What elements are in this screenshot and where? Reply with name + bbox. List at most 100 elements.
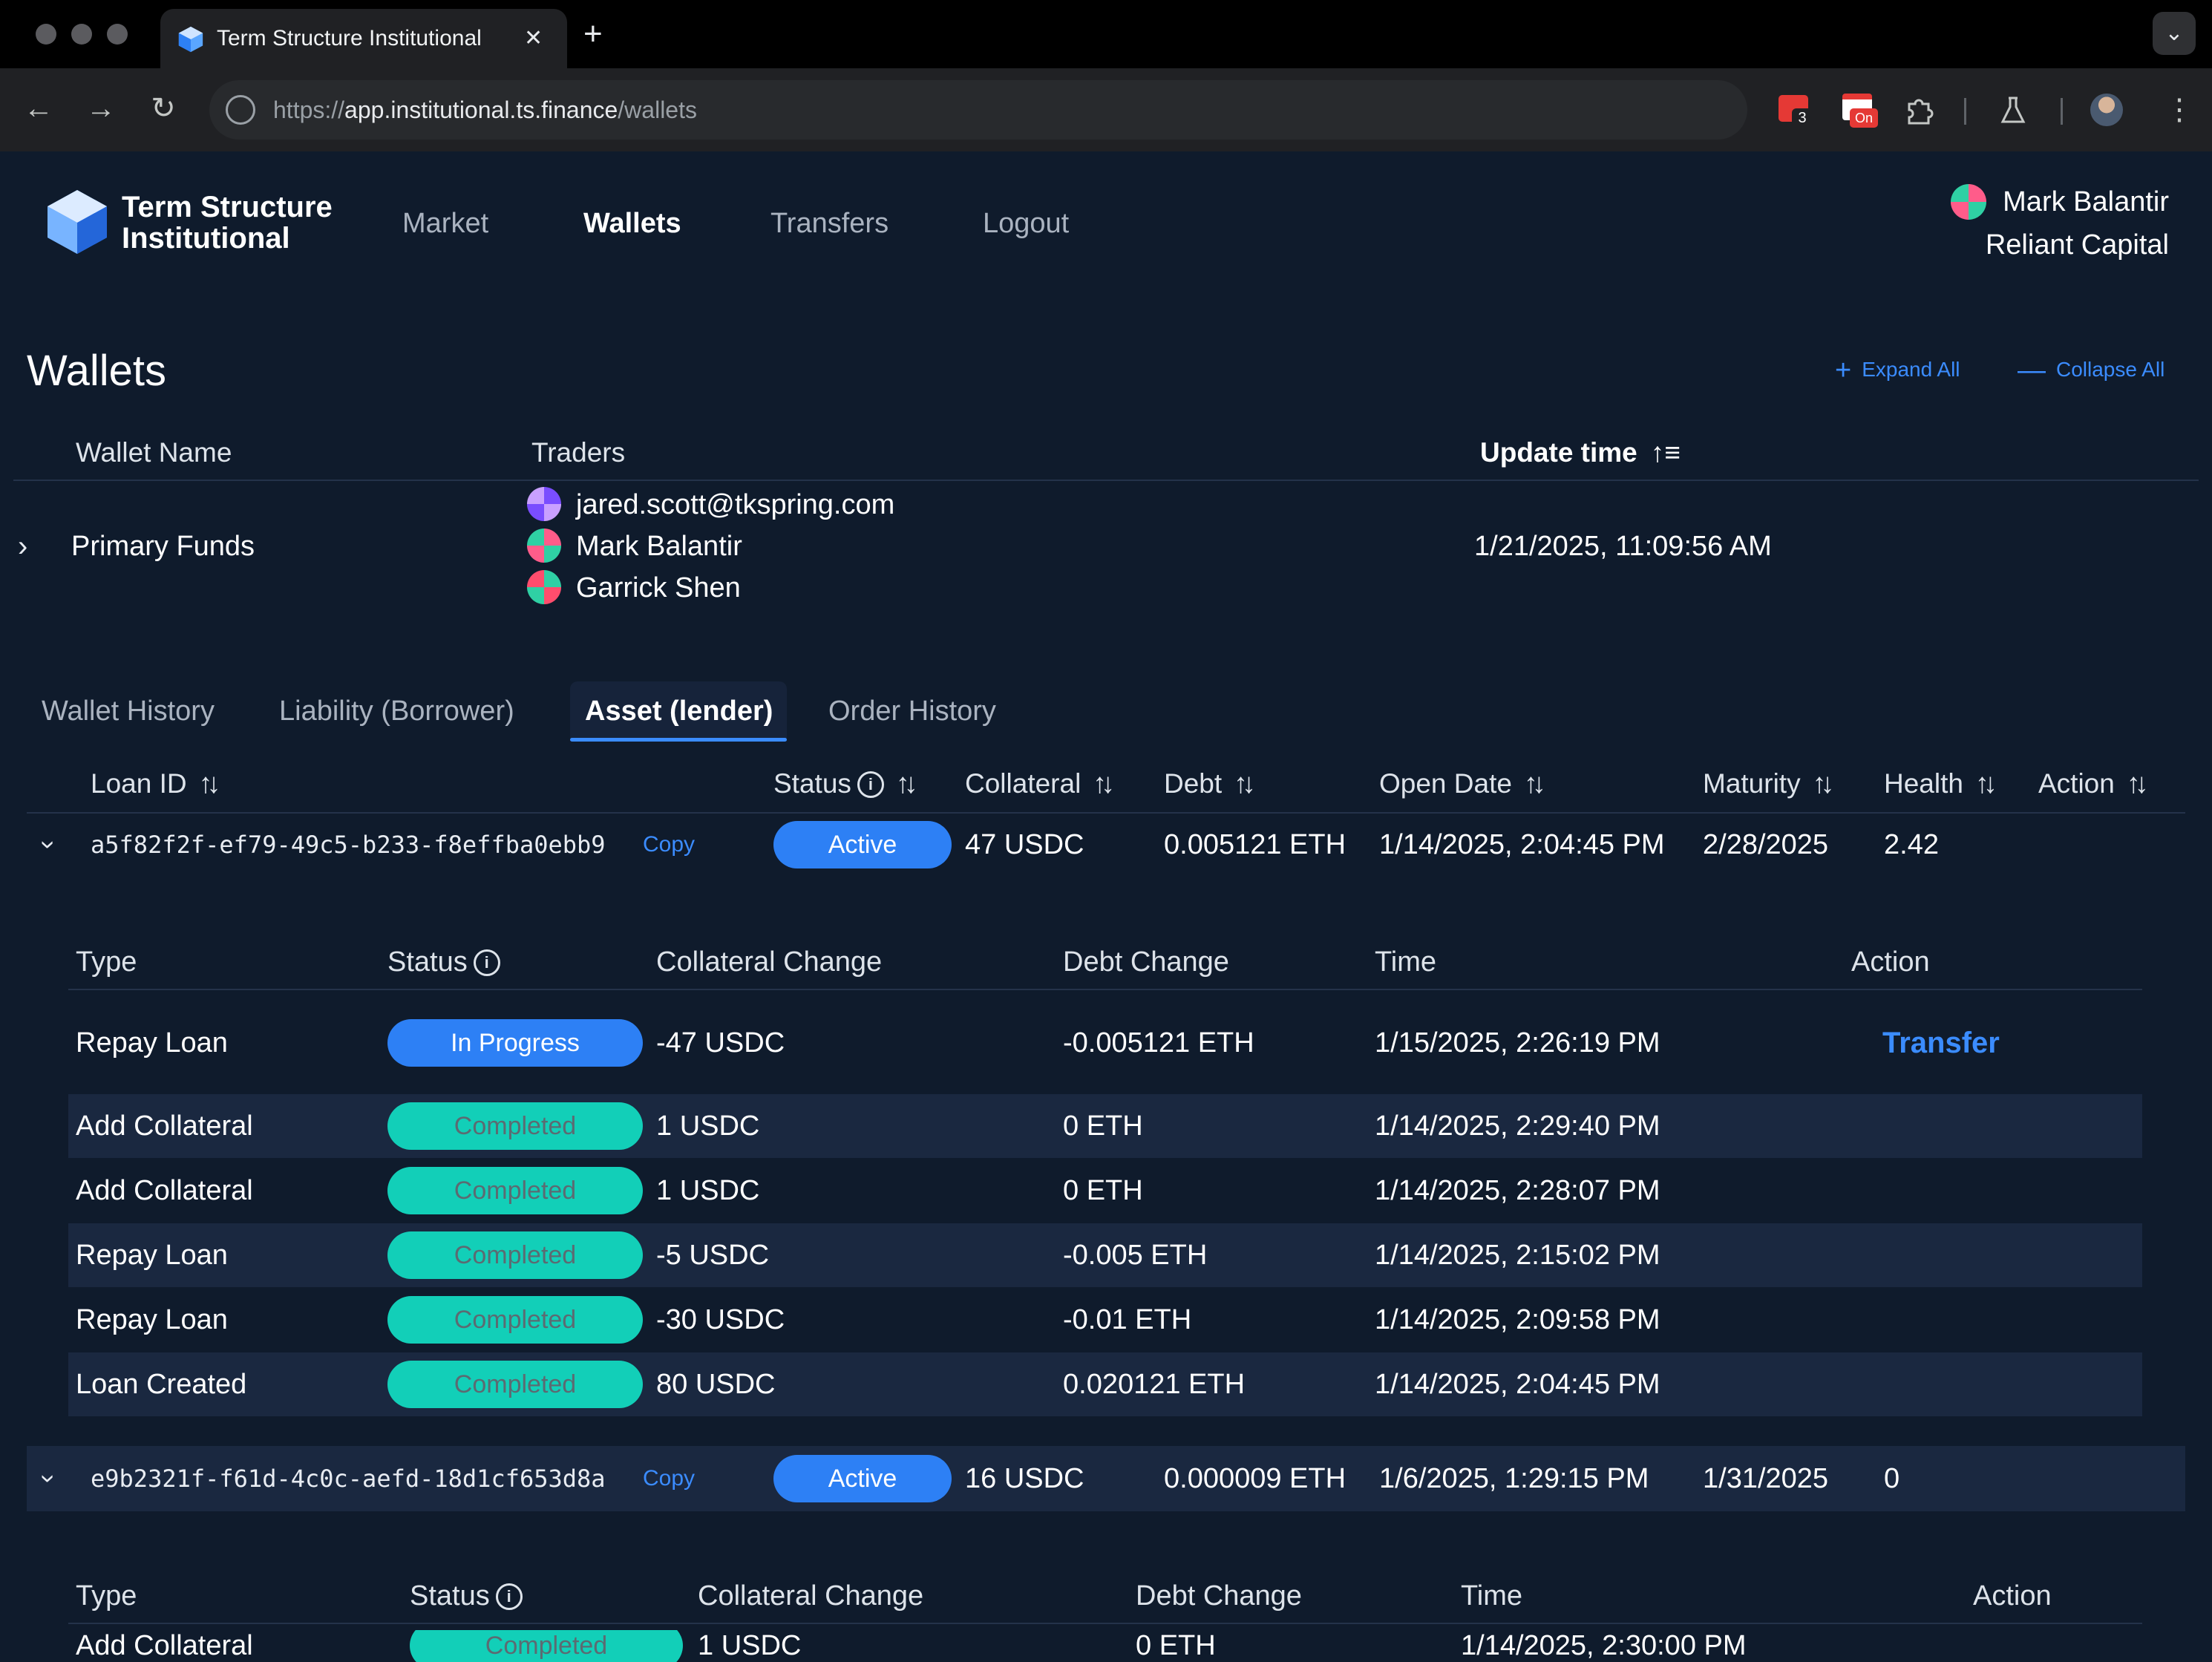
column-health[interactable]: Health ↑↓ <box>1884 765 1997 803</box>
sort-icon[interactable]: ↑↓ <box>1813 768 1835 799</box>
column-open-date[interactable]: Open Date ↑↓ <box>1379 765 1546 803</box>
site-info-icon[interactable] <box>226 95 255 125</box>
maturity-header-label: Maturity <box>1703 768 1801 799</box>
loan-row[interactable]: › e9b2321f-f61d-4c0c-aefd-18d1cf653d8a C… <box>27 1446 2185 1511</box>
url-host: app.institutional.ts.finance <box>344 96 618 123</box>
labs-flask-icon[interactable] <box>1997 94 2029 126</box>
new-tab-icon[interactable]: + <box>583 15 603 53</box>
history-debt-change: 0 ETH <box>1063 1175 1143 1206</box>
history-debt-change: 0 ETH <box>1136 1630 1216 1661</box>
sort-icon[interactable]: ↑↓ <box>2127 768 2149 799</box>
nav-wallets[interactable]: Wallets <box>583 205 681 242</box>
collapse-loan-chevron-icon[interactable]: › <box>16 1464 82 1493</box>
history-collateral-change: -47 USDC <box>656 1027 785 1059</box>
sub-column-debt-change: Debt Change <box>1136 1580 1302 1612</box>
sort-icon[interactable]: ↑↓ <box>1093 768 1115 799</box>
nav-market[interactable]: Market <box>402 205 488 242</box>
reload-icon[interactable]: ↻ <box>141 86 186 131</box>
sort-icon[interactable]: ↑↓ <box>896 768 918 799</box>
trader-name: Garrick Shen <box>576 572 741 603</box>
column-action[interactable]: Action ↑↓ <box>2038 765 2149 803</box>
column-status[interactable]: Status i ↑↓ <box>773 765 918 803</box>
history-time: 1/15/2025, 2:26:19 PM <box>1375 1027 1660 1059</box>
loan-health: 0 <box>1884 1463 1900 1494</box>
column-maturity[interactable]: Maturity ↑↓ <box>1703 765 1835 803</box>
nav-transfers[interactable]: Transfers <box>770 205 889 242</box>
expand-all-button[interactable]: + Expand All <box>1835 355 1960 385</box>
history-type: Add Collateral <box>76 1175 253 1206</box>
table-divider <box>68 989 2142 990</box>
collateral-header-label: Collateral <box>965 768 1082 799</box>
tab-liability-borrower[interactable]: Liability (Borrower) <box>279 692 514 730</box>
tab-close-icon[interactable]: ✕ <box>524 22 543 55</box>
sub-column-action: Action <box>1973 1580 2052 1612</box>
column-update-time[interactable]: Update time ↑≡ <box>1480 435 1681 471</box>
status-badge: In Progress <box>387 1019 643 1067</box>
loan-maturity: 2/28/2025 <box>1703 829 1829 860</box>
extension-badge-count: 3 <box>1792 108 1813 128</box>
sort-icon[interactable]: ↑↓ <box>1234 768 1256 799</box>
sort-icon[interactable]: ↑↓ <box>1975 768 1997 799</box>
column-collateral[interactable]: Collateral ↑↓ <box>965 765 1115 803</box>
history-time: 1/14/2025, 2:29:40 PM <box>1375 1110 1660 1142</box>
info-icon[interactable]: i <box>473 949 500 976</box>
window-zoom-dot[interactable] <box>107 24 128 45</box>
history-time: 1/14/2025, 2:09:58 PM <box>1375 1304 1660 1335</box>
status-header-label: Status <box>773 768 851 799</box>
browser-menu-icon[interactable]: ⋮ <box>2164 89 2194 131</box>
tab-wallet-history[interactable]: Wallet History <box>42 692 215 730</box>
info-icon[interactable]: i <box>495 1583 523 1610</box>
tab-search-icon[interactable]: ⌄ <box>2153 12 2196 55</box>
sub-status-label: Status <box>410 1580 490 1612</box>
loan-collateral: 16 USDC <box>965 1463 1084 1494</box>
sort-icon[interactable]: ↑↓ <box>199 768 221 799</box>
collapse-loan-chevron-icon[interactable]: › <box>16 830 82 860</box>
collapse-all-button[interactable]: — Collapse All <box>2018 355 2164 385</box>
extension-on-icon[interactable]: On <box>1842 94 1878 128</box>
transfer-link[interactable]: Transfer <box>1882 1011 2000 1075</box>
window-close-dot[interactable] <box>36 24 56 45</box>
expand-wallet-chevron-icon[interactable]: › <box>18 526 27 567</box>
copy-loan-id-button[interactable]: Copy <box>643 812 695 877</box>
extension-calendar-icon[interactable]: 3 <box>1779 94 1813 128</box>
browser-tabstrip: Term Structure Institutional ✕ + ⌄ <box>0 0 2212 68</box>
extensions-puzzle-icon[interactable] <box>1903 94 1936 126</box>
sort-asc-icon[interactable]: ↑≡ <box>1651 437 1681 468</box>
window-minimize-dot[interactable] <box>71 24 92 45</box>
sub-column-debt-change: Debt Change <box>1063 946 1229 978</box>
profile-avatar[interactable] <box>2090 94 2123 126</box>
table-divider <box>68 1623 2142 1624</box>
column-debt[interactable]: Debt ↑↓ <box>1164 765 1256 803</box>
tab-title: Term Structure Institutional <box>217 26 482 50</box>
browser-tab[interactable]: Term Structure Institutional ✕ <box>160 9 567 68</box>
info-icon[interactable]: i <box>857 771 884 798</box>
url-text[interactable]: https://app.institutional.ts.finance/wal… <box>273 92 697 128</box>
loan-row[interactable]: › a5f82f2f-ef79-49c5-b233-f8effba0ebb9 C… <box>27 812 2185 877</box>
nav-logout[interactable]: Logout <box>983 205 1069 242</box>
address-bar[interactable]: https://app.institutional.ts.finance/wal… <box>209 80 1747 140</box>
url-scheme: https:// <box>273 96 345 123</box>
column-wallet-name: Wallet Name <box>76 437 232 468</box>
user-avatar[interactable] <box>1951 184 1986 220</box>
back-icon[interactable]: ← <box>16 86 61 131</box>
term-structure-logo[interactable] <box>46 189 108 255</box>
tab-asset-lender[interactable]: Asset (lender) <box>585 692 773 730</box>
column-loan-id[interactable]: Loan ID ↑↓ <box>91 765 221 803</box>
tab-order-history[interactable]: Order History <box>828 692 996 730</box>
debt-header-label: Debt <box>1164 768 1223 799</box>
history-collateral-change: 1 USDC <box>656 1175 760 1206</box>
forward-icon[interactable]: → <box>79 86 123 131</box>
wallet-update-time: 1/21/2025, 11:09:56 AM <box>1474 531 1772 562</box>
loan-id: a5f82f2f-ef79-49c5-b233-f8effba0ebb9 <box>91 831 606 859</box>
page-title: Wallets <box>27 347 166 395</box>
status-badge: Completed <box>387 1102 643 1150</box>
status-badge: Completed <box>387 1296 643 1344</box>
loan-collateral: 47 USDC <box>965 829 1084 860</box>
copy-loan-id-button[interactable]: Copy <box>643 1446 695 1511</box>
wallet-name[interactable]: Primary Funds <box>71 527 255 566</box>
history-time: 1/14/2025, 2:28:07 PM <box>1375 1175 1660 1206</box>
sort-icon[interactable]: ↑↓ <box>1524 768 1546 799</box>
update-time-label: Update time <box>1480 437 1637 468</box>
brand-line-2: Institutional <box>122 222 290 255</box>
history-row: Repay Loan Completed -30 USDC -0.01 ETH … <box>68 1288 2142 1352</box>
